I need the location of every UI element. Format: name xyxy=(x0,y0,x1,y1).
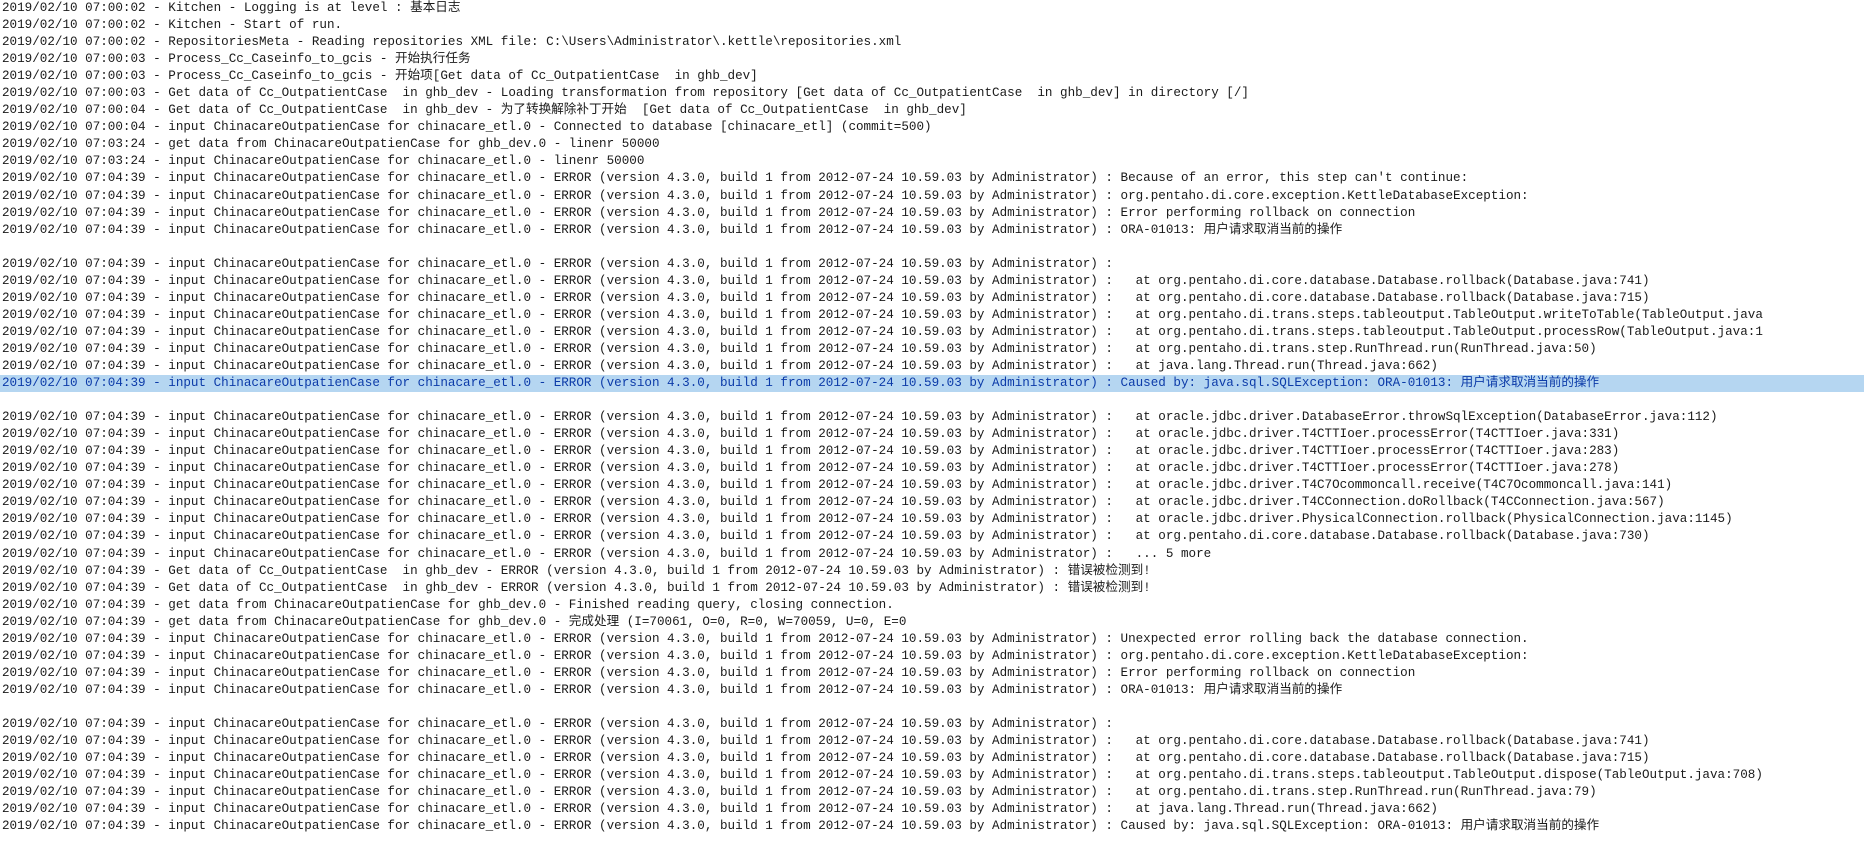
log-line[interactable]: 2019/02/10 07:00:03 - Process_Cc_Caseinf… xyxy=(0,51,1864,68)
log-line[interactable]: 2019/02/10 07:04:39 - input ChinacareOut… xyxy=(0,409,1864,426)
log-line[interactable]: 2019/02/10 07:00:02 - Kitchen - Logging … xyxy=(0,0,1864,17)
log-line[interactable]: 2019/02/10 07:04:39 - input ChinacareOut… xyxy=(0,767,1864,784)
log-line[interactable]: 2019/02/10 07:04:39 - input ChinacareOut… xyxy=(0,205,1864,222)
log-line[interactable]: 2019/02/10 07:04:39 - input ChinacareOut… xyxy=(0,324,1864,341)
log-line[interactable]: 2019/02/10 07:04:39 - Get data of Cc_Out… xyxy=(0,580,1864,597)
log-line[interactable]: 2019/02/10 07:04:39 - input ChinacareOut… xyxy=(0,648,1864,665)
log-line[interactable]: 2019/02/10 07:04:39 - input ChinacareOut… xyxy=(0,256,1864,273)
log-line[interactable]: 2019/02/10 07:04:39 - input ChinacareOut… xyxy=(0,494,1864,511)
log-line-selected[interactable]: 2019/02/10 07:04:39 - input ChinacareOut… xyxy=(0,375,1864,393)
log-line[interactable]: 2019/02/10 07:04:39 - input ChinacareOut… xyxy=(0,477,1864,494)
log-line[interactable]: 2019/02/10 07:04:39 - input ChinacareOut… xyxy=(0,682,1864,699)
log-line[interactable]: 2019/02/10 07:03:24 - input ChinacareOut… xyxy=(0,153,1864,170)
log-line[interactable]: 2019/02/10 07:04:39 - input ChinacareOut… xyxy=(0,511,1864,528)
log-line[interactable]: 2019/02/10 07:00:02 - Kitchen - Start of… xyxy=(0,17,1864,34)
log-line[interactable]: 2019/02/10 07:00:03 - Process_Cc_Caseinf… xyxy=(0,68,1864,85)
log-line[interactable]: 2019/02/10 07:00:03 - Get data of Cc_Out… xyxy=(0,85,1864,102)
log-line[interactable]: 2019/02/10 07:04:39 - input ChinacareOut… xyxy=(0,273,1864,290)
log-line[interactable]: 2019/02/10 07:04:39 - input ChinacareOut… xyxy=(0,188,1864,205)
log-line[interactable]: 2019/02/10 07:04:39 - input ChinacareOut… xyxy=(0,290,1864,307)
log-line[interactable]: 2019/02/10 07:04:39 - input ChinacareOut… xyxy=(0,665,1864,682)
log-line[interactable] xyxy=(0,699,1864,716)
log-line[interactable]: 2019/02/10 07:04:39 - input ChinacareOut… xyxy=(0,460,1864,477)
log-line[interactable]: 2019/02/10 07:04:39 - get data from Chin… xyxy=(0,597,1864,614)
log-line[interactable]: 2019/02/10 07:04:39 - input ChinacareOut… xyxy=(0,358,1864,375)
log-line[interactable]: 2019/02/10 07:04:39 - input ChinacareOut… xyxy=(0,426,1864,443)
log-line[interactable]: 2019/02/10 07:04:39 - input ChinacareOut… xyxy=(0,631,1864,648)
log-line[interactable]: 2019/02/10 07:00:04 - input ChinacareOut… xyxy=(0,119,1864,136)
log-line[interactable]: 2019/02/10 07:04:39 - input ChinacareOut… xyxy=(0,222,1864,239)
log-line[interactable]: 2019/02/10 07:04:39 - input ChinacareOut… xyxy=(0,784,1864,801)
log-line[interactable]: 2019/02/10 07:04:39 - get data from Chin… xyxy=(0,614,1864,631)
log-line[interactable]: 2019/02/10 07:04:39 - input ChinacareOut… xyxy=(0,170,1864,187)
log-line[interactable]: 2019/02/10 07:04:39 - input ChinacareOut… xyxy=(0,733,1864,750)
log-line[interactable]: 2019/02/10 07:04:39 - input ChinacareOut… xyxy=(0,341,1864,358)
log-line[interactable] xyxy=(0,239,1864,256)
log-line[interactable]: 2019/02/10 07:04:39 - input ChinacareOut… xyxy=(0,443,1864,460)
log-line[interactable]: 2019/02/10 07:04:39 - input ChinacareOut… xyxy=(0,818,1864,835)
log-text-view[interactable]: 2019/02/10 07:00:02 - Kitchen - Logging … xyxy=(0,0,1864,852)
log-line[interactable]: 2019/02/10 07:04:39 - input ChinacareOut… xyxy=(0,546,1864,563)
log-line[interactable]: 2019/02/10 07:00:02 - RepositoriesMeta -… xyxy=(0,34,1864,51)
log-line[interactable]: 2019/02/10 07:04:39 - input ChinacareOut… xyxy=(0,801,1864,818)
log-line[interactable]: 2019/02/10 07:00:04 - Get data of Cc_Out… xyxy=(0,102,1864,119)
log-line[interactable]: 2019/02/10 07:03:24 - get data from Chin… xyxy=(0,136,1864,153)
log-line[interactable]: 2019/02/10 07:04:39 - input ChinacareOut… xyxy=(0,528,1864,545)
log-line[interactable] xyxy=(0,392,1864,409)
log-line[interactable]: 2019/02/10 07:04:39 - input ChinacareOut… xyxy=(0,750,1864,767)
log-line[interactable]: 2019/02/10 07:04:39 - input ChinacareOut… xyxy=(0,716,1864,733)
log-line[interactable]: 2019/02/10 07:04:39 - input ChinacareOut… xyxy=(0,307,1864,324)
log-line[interactable]: 2019/02/10 07:04:39 - Get data of Cc_Out… xyxy=(0,563,1864,580)
